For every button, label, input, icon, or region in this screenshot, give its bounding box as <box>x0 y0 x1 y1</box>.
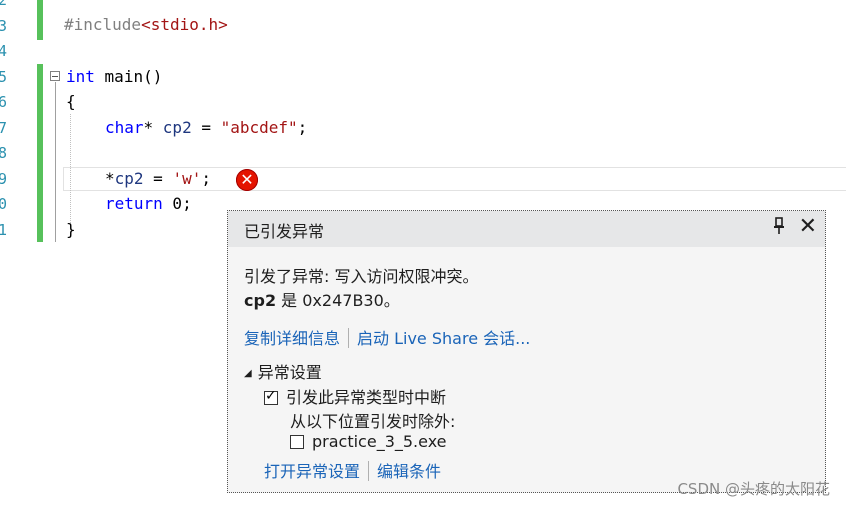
except-when-label: 从以下位置引发时除外: <box>290 412 456 431</box>
collapse-triangle-icon: ◢ <box>244 368 252 379</box>
link-separator <box>348 328 350 348</box>
fold-guide <box>55 82 56 242</box>
exception-message: 引发了异常: 写入访问权限冲突。 <box>244 267 479 286</box>
assign-op: = <box>191 118 221 137</box>
live-share-link[interactable]: 启动 Live Share 会话... <box>357 329 530 348</box>
link-separator <box>368 461 370 481</box>
code-line-return: return 0; <box>105 191 192 217</box>
detail-value: 是 0x247B30。 <box>276 291 400 310</box>
break-option-label: 引发此异常类型时中断 <box>286 388 447 407</box>
parens: () <box>143 67 163 86</box>
char-literal: 'w' <box>172 169 202 188</box>
semicolon: ; <box>201 169 211 188</box>
close-icon[interactable]: ✕ <box>799 214 817 239</box>
semicolon: ; <box>297 118 308 137</box>
pointer-star: * <box>143 118 163 137</box>
open-exception-settings-link[interactable]: 打开异常设置 <box>264 462 360 481</box>
variable-cp2: cp2 <box>114 169 144 188</box>
exception-popup: 已引发异常 ✕ 引发了异常: 写入访问权限冲突。 cp2 是 0x247B30。… <box>227 210 826 493</box>
watermark: CSDN @头疼的太阳花 <box>677 480 830 498</box>
deref-star: * <box>105 169 115 188</box>
detail-variable: cp2 <box>244 291 277 310</box>
indent-guide <box>70 114 71 227</box>
pin-icon[interactable] <box>773 217 785 240</box>
popup-header: 已引发异常 ✕ <box>228 211 825 247</box>
module-option-label: practice_3_5.exe <box>312 432 447 451</box>
edit-conditions-link[interactable]: 编辑条件 <box>377 462 441 481</box>
code-line-open-brace: { <box>66 92 76 111</box>
module-checkbox[interactable] <box>290 435 304 449</box>
section-title: 异常设置 <box>257 363 322 382</box>
include-header: <stdio.h> <box>141 15 228 34</box>
collapse-toggle-icon[interactable] <box>50 71 60 81</box>
popup-settings-links: 打开异常设置 编辑条件 <box>264 458 441 482</box>
popup-links: 复制详细信息 启动 Live Share 会话... <box>244 325 530 349</box>
break-checkbox[interactable] <box>264 388 278 405</box>
popup-title: 已引发异常 <box>244 222 325 241</box>
break-on-exception-option[interactable]: 引发此异常类型时中断 <box>264 384 446 408</box>
code-line-main: int main() <box>66 64 162 90</box>
string-literal: "abcdef" <box>220 118 298 137</box>
keyword-char: char <box>105 118 144 137</box>
error-x-icon[interactable]: ✕ <box>236 169 258 191</box>
keyword-return: return <box>105 194 163 213</box>
code-line-close-brace: } <box>66 220 76 239</box>
exception-detail: cp2 是 0x247B30。 <box>244 287 400 311</box>
variable-cp2: cp2 <box>162 118 192 137</box>
assign-op: = <box>143 169 173 188</box>
return-value: 0; <box>162 194 192 213</box>
exception-settings-header[interactable]: ◢ 异常设置 <box>244 359 322 383</box>
copy-details-link[interactable]: 复制详细信息 <box>244 329 340 348</box>
code-line-assignment: *cp2 = 'w'; <box>105 166 211 192</box>
preprocessor-directive: #include <box>64 15 142 34</box>
function-name: main <box>104 67 144 86</box>
code-line-include: #include<stdio.h> <box>64 12 228 38</box>
module-exception-option[interactable]: practice_3_5.exe <box>290 432 447 451</box>
code-line-declaration: char* cp2 = "abcdef"; <box>105 115 307 141</box>
keyword-int: int <box>66 67 95 86</box>
